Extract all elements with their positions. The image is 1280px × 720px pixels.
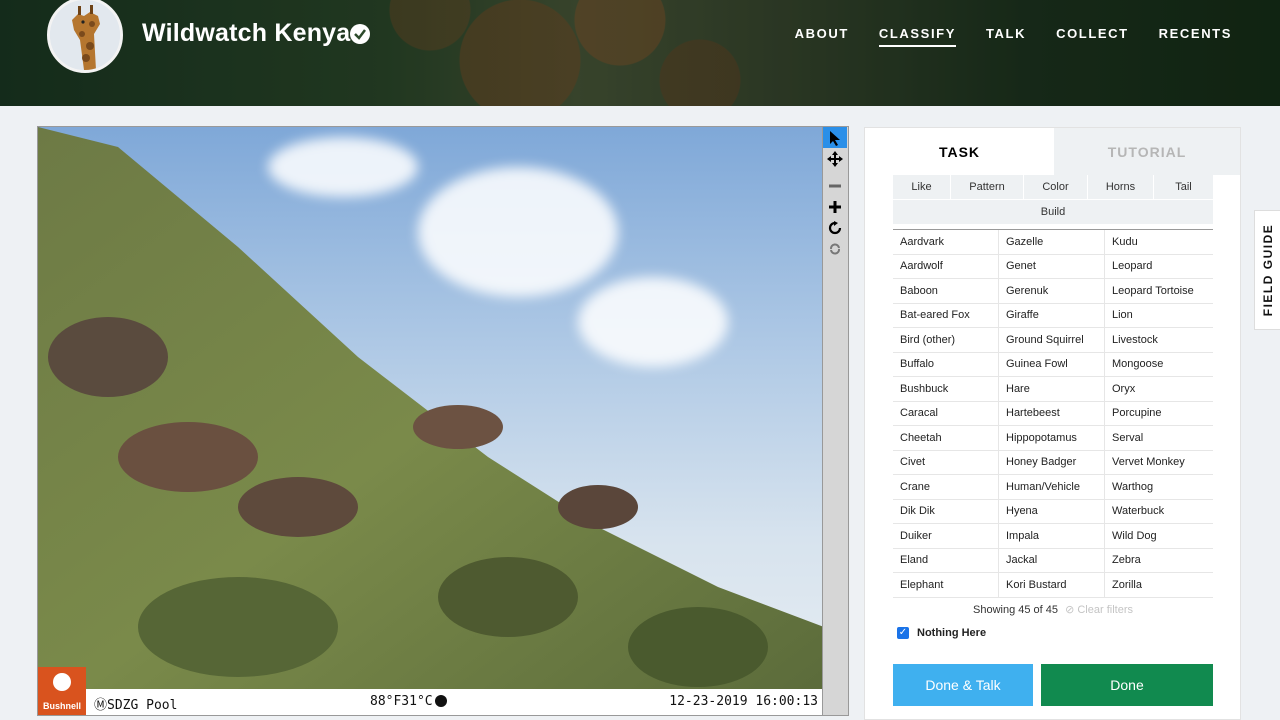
species-choice[interactable]: Serval xyxy=(1105,426,1213,451)
task-panel: TASK TUTORIAL Like Pattern Color Horns T… xyxy=(864,127,1241,720)
species-grid: Aardvark Gazelle Kudu Aardwolf Genet Leopard B… xyxy=(893,230,1213,598)
species-choice[interactable]: Wild Dog xyxy=(1105,524,1213,549)
species-choice[interactable]: Buffalo xyxy=(893,352,999,377)
nav-collect[interactable]: COLLECT xyxy=(1056,26,1129,47)
species-choice[interactable]: Guinea Fowl xyxy=(999,352,1105,377)
species-choice[interactable]: Caracal xyxy=(893,401,999,426)
species-choice[interactable]: Oryx xyxy=(1105,377,1213,402)
nothing-here-option[interactable]: ✓ Nothing Here xyxy=(897,627,986,639)
nav-about[interactable]: ABOUT xyxy=(795,26,849,47)
camera-info-bar: ⓂSDZG Pool 88°F31°C 12-23-2019 16:00:13 xyxy=(38,689,822,715)
temperature-readout: 88°F31°C xyxy=(370,694,447,709)
hillside-scene xyxy=(38,127,822,715)
filter-like[interactable]: Like xyxy=(893,175,951,199)
species-choice[interactable]: Leopard xyxy=(1105,255,1213,279)
done-button[interactable]: Done xyxy=(1041,664,1213,706)
species-choice[interactable]: Genet xyxy=(999,254,1105,279)
done-and-talk-button[interactable]: Done & Talk xyxy=(893,664,1033,706)
species-choice[interactable]: Vervet Monkey xyxy=(1105,451,1213,475)
species-choice[interactable]: Ground Squirrel xyxy=(999,328,1105,353)
showing-text: Showing 45 of 45 xyxy=(973,604,1059,616)
filter-color[interactable]: Color xyxy=(1024,175,1088,199)
species-choice[interactable]: Hippopotamus xyxy=(999,426,1105,451)
species-choice[interactable]: Dik Dik xyxy=(893,499,999,524)
verified-badge-icon xyxy=(350,24,370,44)
species-choice[interactable]: Duiker xyxy=(893,524,999,549)
showing-count: Showing 45 of 45 ⊘ Clear filters xyxy=(893,603,1213,616)
project-nav: ABOUT CLASSIFY TALK COLLECT RECENTS xyxy=(765,26,1232,47)
filter-build[interactable]: Build xyxy=(893,200,1213,224)
species-choice[interactable]: Civet xyxy=(893,450,999,475)
filter-bar: Like Pattern Color Horns Tail Build xyxy=(893,175,1213,224)
zoom-out-icon[interactable] xyxy=(823,175,847,196)
species-choice[interactable]: Mongoose xyxy=(1105,353,1213,377)
species-choice[interactable]: Kudu xyxy=(1105,230,1213,255)
bushnell-emblem-icon xyxy=(53,673,71,691)
giraffe-avatar-icon xyxy=(50,0,120,70)
species-choice[interactable]: Zebra xyxy=(1105,549,1213,573)
species-choice[interactable]: Jackal xyxy=(999,548,1105,573)
species-choice[interactable]: Zorilla xyxy=(1105,573,1213,598)
species-choice[interactable]: Hartebeest xyxy=(999,401,1105,426)
field-guide-label: FIELD GUIDE xyxy=(1260,223,1275,317)
nothing-here-label: Nothing Here xyxy=(917,627,987,639)
species-choice[interactable]: Bat-eared Fox xyxy=(893,303,999,328)
species-choices: Aardvark Gazelle Kudu Aardwolf Genet Leopard B… xyxy=(893,229,1213,598)
species-choice[interactable]: Hare xyxy=(999,377,1105,402)
species-choice[interactable]: Porcupine xyxy=(1105,402,1213,426)
species-choice[interactable]: Elephant xyxy=(893,573,999,598)
moon-phase-icon xyxy=(434,695,447,707)
nothing-here-checkbox[interactable]: ✓ xyxy=(897,627,909,639)
subject-image[interactable]: ⓂSDZG Pool 88°F31°C 12-23-2019 16:00:13 … xyxy=(37,126,823,716)
species-choice[interactable]: Cheetah xyxy=(893,426,999,451)
pointer-icon[interactable] xyxy=(823,127,847,148)
rotate-icon[interactable] xyxy=(823,217,847,238)
species-choice[interactable]: Eland xyxy=(893,548,999,573)
species-choice[interactable]: Warthog xyxy=(1105,475,1213,500)
tab-task[interactable]: TASK xyxy=(865,128,1054,175)
species-choice[interactable]: Bird (other) xyxy=(893,328,999,353)
species-choice[interactable]: Human/Vehicle xyxy=(999,475,1105,500)
species-choice[interactable]: Giraffe xyxy=(999,303,1105,328)
species-choice[interactable]: Aardvark xyxy=(893,230,999,255)
species-choice[interactable]: Baboon xyxy=(893,279,999,304)
filter-pattern[interactable]: Pattern xyxy=(951,175,1024,199)
species-choice[interactable]: Crane xyxy=(893,475,999,500)
bushnell-logo: Bushnell xyxy=(38,667,86,715)
nav-recents[interactable]: RECENTS xyxy=(1159,26,1232,47)
move-icon[interactable] xyxy=(823,148,847,169)
species-choice[interactable]: Kori Bustard xyxy=(999,573,1105,598)
image-toolbar xyxy=(823,126,849,716)
nav-classify[interactable]: CLASSIFY xyxy=(878,26,956,47)
tab-tutorial[interactable]: TUTORIAL xyxy=(1054,128,1240,175)
project-header: Wildwatch Kenya ABOUT CLASSIFY TALK COLL… xyxy=(0,0,1280,106)
project-avatar[interactable] xyxy=(47,0,123,73)
field-guide-tab[interactable]: FIELD GUIDE xyxy=(1254,210,1280,330)
species-choice[interactable]: Hyena xyxy=(999,499,1105,524)
species-choice[interactable]: Impala xyxy=(999,524,1105,549)
species-choice[interactable]: Lion xyxy=(1105,304,1213,328)
species-choice[interactable]: Aardwolf xyxy=(893,254,999,279)
project-title[interactable]: Wildwatch Kenya xyxy=(142,19,350,48)
panel-tabs: TASK TUTORIAL xyxy=(865,128,1240,175)
clear-filters-link[interactable]: ⊘ Clear filters xyxy=(1065,604,1133,616)
species-choice[interactable]: Honey Badger xyxy=(999,450,1105,475)
filter-horns[interactable]: Horns xyxy=(1088,175,1154,199)
zoom-in-icon[interactable] xyxy=(823,196,847,217)
species-choice[interactable]: Livestock xyxy=(1105,328,1213,353)
species-choice[interactable]: Gazelle xyxy=(999,230,1105,255)
reset-icon[interactable] xyxy=(823,238,847,259)
species-choice[interactable]: Leopard Tortoise xyxy=(1105,279,1213,304)
filter-tail[interactable]: Tail xyxy=(1154,175,1213,199)
camera-label: ⓂSDZG Pool xyxy=(94,698,178,713)
timestamp: 12-23-2019 16:00:13 xyxy=(669,694,818,709)
nav-talk[interactable]: TALK xyxy=(986,26,1026,47)
species-choice[interactable]: Bushbuck xyxy=(893,377,999,402)
species-choice[interactable]: Waterbuck xyxy=(1105,500,1213,524)
species-choice[interactable]: Gerenuk xyxy=(999,279,1105,304)
